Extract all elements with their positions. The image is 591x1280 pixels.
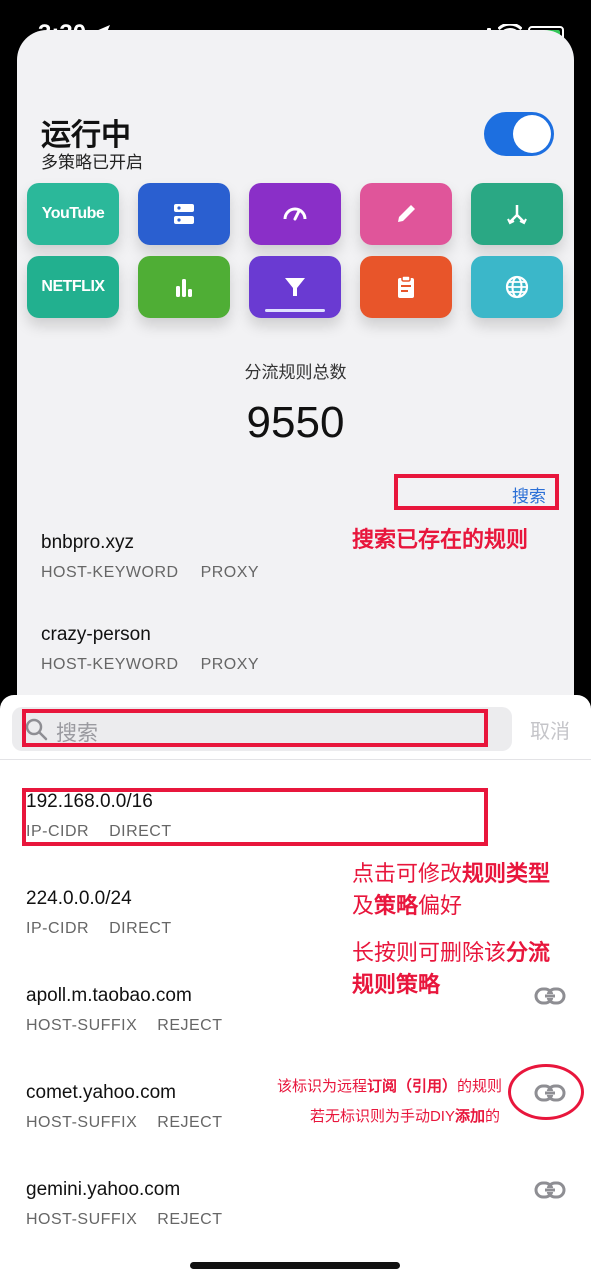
tile-stats[interactable] — [138, 256, 230, 318]
rule-policy: DIRECT — [109, 920, 172, 937]
split-arrows-icon — [507, 205, 527, 225]
page-subtitle: 多策略已开启 — [41, 153, 143, 172]
pencil-icon — [398, 205, 415, 222]
annotation-text: 该标识为远程 — [276, 1078, 367, 1095]
rule-type: IP-CIDR — [26, 920, 90, 937]
bar-chart-icon — [176, 279, 192, 297]
list-item[interactable]: bnbpro.xyz HOST-KEYWORD PROXY — [41, 532, 259, 582]
main-toggle[interactable] — [484, 112, 554, 156]
globe-icon — [505, 275, 529, 299]
divider — [0, 759, 591, 760]
list-item[interactable]: comet.yahoo.com HOST-SUFFIX REJECT — [26, 1082, 223, 1132]
rule-type: HOST-SUFFIX — [26, 1211, 138, 1228]
list-item[interactable]: crazy-person HOST-KEYWORD PROXY — [41, 624, 259, 674]
annotation-text: 的规则 — [456, 1078, 502, 1095]
annotation-search-existing: 搜索已存在的规则 — [352, 527, 529, 552]
search-input-highlight — [22, 709, 488, 747]
annotation-text: 添加 — [454, 1108, 485, 1125]
server-icon — [174, 204, 194, 224]
annotation-link-mark: 该标识为远程订阅（引用）的规则 若无标识则为手动DIY添加的 — [212, 1072, 502, 1132]
rule-policy: PROXY — [200, 656, 260, 673]
annotation-text: 点击可修改 — [352, 861, 463, 886]
active-indicator — [265, 309, 325, 312]
link-icon — [534, 1181, 566, 1199]
rule-policy: REJECT — [157, 1017, 223, 1034]
tile-netflix[interactable]: NETFLIX — [27, 256, 119, 318]
tile-servers[interactable] — [138, 183, 230, 245]
tile-speed[interactable] — [249, 183, 341, 245]
tile-clipboard[interactable] — [360, 256, 452, 318]
annotation-text: 及 — [352, 893, 375, 918]
speedometer-icon — [283, 207, 307, 221]
tile-youtube[interactable]: YouTube — [27, 183, 119, 245]
list-item[interactable]: 224.0.0.0/24 IP-CIDR DIRECT — [26, 888, 172, 938]
rule-host: crazy-person — [41, 624, 151, 645]
background-card: 运行中 多策略已开启 YouTube NETFLIX 分流规则总数 9550 搜… — [17, 30, 574, 730]
home-indicator — [190, 1262, 400, 1269]
rule-policy: PROXY — [200, 564, 260, 581]
annotation-text: 规则策略 — [352, 972, 441, 997]
annotation-text: 策略 — [374, 893, 419, 918]
clipboard-icon — [398, 275, 414, 298]
netflix-label: NETFLIX — [41, 278, 105, 295]
rule-type: HOST-KEYWORD — [41, 564, 179, 581]
rule-type: HOST-KEYWORD — [41, 656, 179, 673]
annotation-text: 若无标识则为手动DIY — [309, 1108, 455, 1125]
rule-type: HOST-SUFFIX — [26, 1114, 138, 1131]
rules-total-label: 分流规则总数 — [244, 363, 347, 382]
rule-host: gemini.yahoo.com — [26, 1179, 181, 1200]
annotation-text: 订阅（引用） — [366, 1078, 457, 1095]
rule-policy: REJECT — [157, 1211, 223, 1228]
rule-host: 224.0.0.0/24 — [26, 888, 132, 909]
annotation-longpress: 长按则可删除该分流 规则策略 — [352, 937, 550, 1001]
annotation-text: 偏好 — [418, 893, 463, 918]
rule-host: comet.yahoo.com — [26, 1082, 176, 1103]
cancel-button[interactable]: 取消 — [530, 715, 570, 744]
annotation-text: 长按则可删除该 — [352, 940, 507, 965]
rule-host: bnbpro.xyz — [41, 532, 134, 553]
annotation-text: 规则类型 — [462, 861, 551, 886]
list-item[interactable]: gemini.yahoo.com HOST-SUFFIX REJECT — [26, 1179, 223, 1229]
rules-total-count: 9550 — [246, 398, 345, 447]
annotation-tap: 点击可修改规则类型 及策略偏好 — [352, 858, 550, 922]
annotation-text: 分流 — [506, 940, 551, 965]
rule-type: HOST-SUFFIX — [26, 1017, 138, 1034]
first-result-highlight — [22, 788, 488, 846]
annotation-text: 的 — [484, 1108, 500, 1125]
tile-routing[interactable] — [471, 183, 563, 245]
tile-globe[interactable] — [471, 256, 563, 318]
rule-host: apoll.m.taobao.com — [26, 985, 192, 1006]
tile-edit[interactable] — [360, 183, 452, 245]
tile-filter[interactable] — [249, 256, 341, 318]
youtube-label: YouTube — [41, 205, 105, 222]
filter-icon — [285, 278, 305, 296]
search-link-highlight — [394, 474, 559, 510]
link-icon-highlight — [508, 1064, 584, 1120]
list-item[interactable]: apoll.m.taobao.com HOST-SUFFIX REJECT — [26, 985, 223, 1035]
